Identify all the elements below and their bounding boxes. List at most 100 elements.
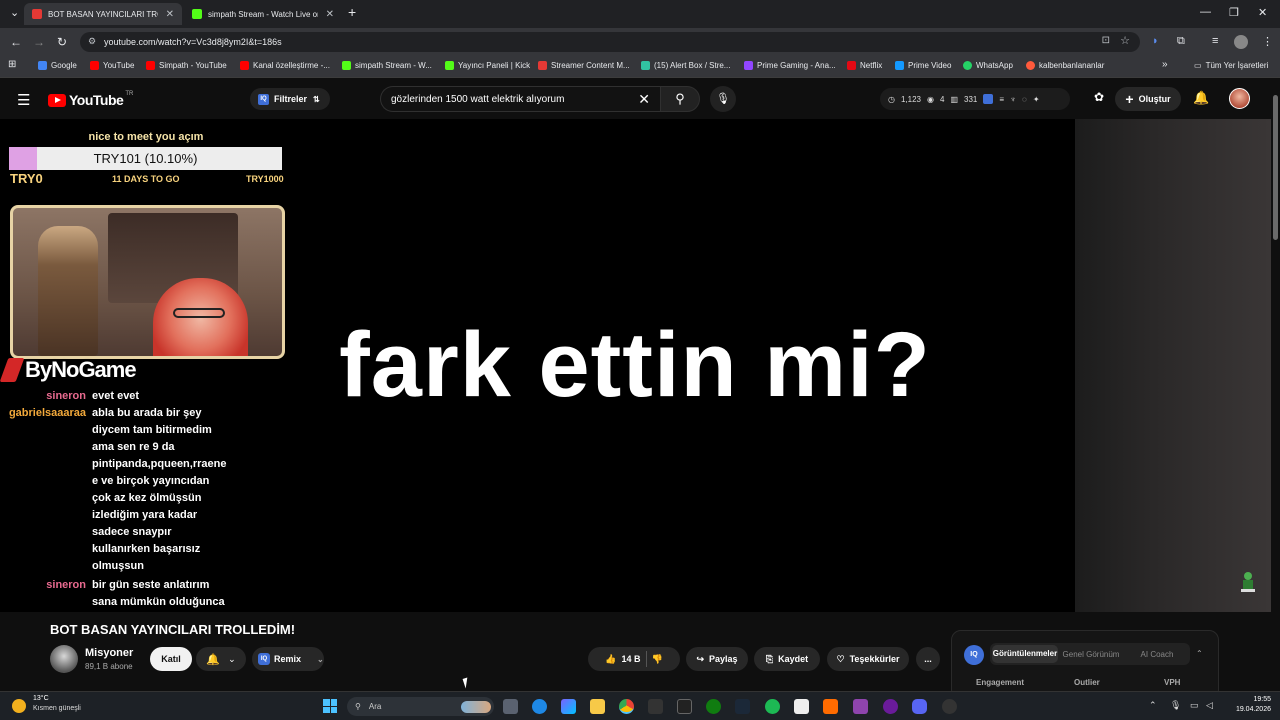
tab-kick[interactable]: simpath Stream - Watch Live on ✕ (184, 3, 342, 25)
page-scrollbar[interactable] (1271, 79, 1280, 691)
video-caption: fark ettin mi? (339, 314, 931, 416)
bookmark-simpath-stream[interactable]: simpath Stream - W... (342, 61, 432, 70)
more-actions-button[interactable]: ... (916, 647, 940, 671)
app-icon[interactable] (677, 699, 692, 714)
bookmark-kick-panel[interactable]: Yayıncı Paneli | Kick (445, 61, 530, 70)
tray-chevron-icon[interactable]: ⌃ (1149, 700, 1157, 711)
collapse-icon[interactable]: ⌃ (1196, 649, 1203, 658)
bookmark-netflix[interactable]: Netflix (847, 61, 882, 70)
comment-icon[interactable]: ◌ (1022, 95, 1027, 104)
volume-icon[interactable]: ◁ (1206, 700, 1213, 711)
reload-icon[interactable]: ↻ (57, 35, 67, 49)
obs-icon[interactable] (942, 699, 957, 714)
tab-youtube[interactable]: BOT BASAN YAYINCILARI TROLLI ✕ (24, 3, 182, 25)
app-icon[interactable] (883, 699, 898, 714)
media-control-icon[interactable]: ≡ (1212, 35, 1218, 47)
like-icon[interactable]: 👍 (605, 654, 616, 665)
channel-avatar[interactable] (50, 645, 78, 673)
notifications-bell-icon[interactable]: 🔔 (1193, 90, 1209, 106)
forward-icon[interactable]: → (33, 35, 45, 49)
tab-search-icon[interactable]: ⌄ (10, 6, 19, 19)
url-field[interactable]: ⚙ youtube.com/watch?v=Vc3d8j8ym2I&t=186s… (80, 32, 1140, 52)
chevron-down-icon[interactable]: ⌄ (317, 655, 324, 664)
maximize-icon[interactable]: ❐ (1229, 6, 1239, 19)
bookmark-simpath-youtube[interactable]: Simpath - YouTube (146, 61, 227, 70)
discord-icon[interactable] (912, 699, 927, 714)
apps-grid-icon[interactable]: ⊞ (8, 59, 16, 70)
bookmark-prime-gaming[interactable]: Prime Gaming - Ana... (744, 61, 836, 70)
bookmark-streamer-content[interactable]: Streamer Content M... (538, 61, 630, 70)
bookmark-alert-box[interactable]: (15) Alert Box / Stre... (641, 61, 730, 70)
xbox-icon[interactable] (706, 699, 721, 714)
account-avatar[interactable] (1229, 88, 1250, 109)
tab-views[interactable]: Görüntülenmeler (992, 645, 1058, 663)
spotify-icon[interactable] (765, 699, 780, 714)
install-app-icon[interactable]: ⊡ (1102, 35, 1110, 46)
like-count[interactable]: 14 B (621, 654, 640, 664)
close-tab-icon[interactable]: ✕ (326, 9, 334, 20)
epic-games-icon[interactable] (648, 699, 663, 714)
remix-button[interactable]: IQ Remix ⌄ (252, 647, 324, 671)
video-editor-icon[interactable] (853, 699, 868, 714)
create-button[interactable]: + Oluştur (1115, 87, 1181, 111)
voice-search-button[interactable]: 🎙 (710, 86, 736, 112)
all-bookmarks[interactable]: ▭ Tüm Yer İşaretleri (1194, 61, 1268, 70)
steam-icon[interactable] (735, 699, 750, 714)
new-tab-icon[interactable]: + (348, 4, 356, 20)
notification-settings-button[interactable]: 🔔 ⌄ (196, 647, 246, 671)
minimize-icon[interactable]: — (1200, 6, 1211, 18)
thanks-button[interactable]: ♡ Teşekkürler (827, 647, 909, 671)
menu-icon[interactable]: ☰ (17, 91, 30, 109)
share-button[interactable]: ↪ Paylaş (686, 647, 748, 671)
youtube-logo[interactable]: YouTube TR (48, 91, 133, 108)
site-info-icon[interactable]: ⚙ (88, 36, 96, 47)
taskbar-search[interactable]: ⚲ Ara (347, 697, 494, 716)
profile-avatar-icon[interactable] (1234, 35, 1248, 49)
more-bookmarks-icon[interactable]: » (1162, 59, 1168, 70)
weather-sun-icon[interactable] (12, 699, 26, 713)
tab-ai-coach[interactable]: AI Coach (1124, 650, 1190, 659)
bookmark-prime-video[interactable]: Prime Video (895, 61, 951, 70)
bookmark-star-icon[interactable]: ☆ (1120, 34, 1130, 47)
filters-button[interactable]: IQ Filtreler ⇅ (250, 88, 330, 110)
clock-date[interactable]: 19.04.2026 (1223, 706, 1271, 713)
save-button[interactable]: ⎘ Kaydet (754, 647, 820, 671)
network-icon[interactable]: ▭ (1190, 700, 1199, 711)
start-button[interactable] (323, 699, 337, 713)
scrollbar-thumb[interactable] (1273, 95, 1278, 240)
clock-time[interactable]: 19:55 (1233, 696, 1271, 703)
app-icon[interactable] (823, 699, 838, 714)
extensions-puzzle-icon[interactable]: ⧉ (1177, 35, 1185, 48)
sparkle-icon[interactable]: ✦ (1033, 95, 1040, 104)
bookmark-kalbenbanlananlar[interactable]: kalbenbanlananlar (1026, 61, 1104, 70)
vidiq-icon[interactable] (983, 94, 994, 104)
tab-overview[interactable]: Genel Görünüm (1058, 650, 1124, 659)
gemini-sparkle-icon[interactable]: ✿ (1094, 90, 1104, 104)
task-view-icon[interactable] (503, 699, 518, 714)
copilot-icon[interactable] (561, 699, 576, 714)
close-window-icon[interactable]: ✕ (1258, 6, 1267, 19)
dislike-icon[interactable]: 👎 (652, 654, 663, 665)
trophy-icon[interactable]: ♆ (1010, 95, 1016, 104)
channel-name[interactable]: Misyoner (85, 647, 133, 659)
back-icon[interactable]: ← (10, 35, 22, 49)
microphone-tray-icon[interactable]: 🎙 (1170, 700, 1181, 711)
bookmark-google[interactable]: Google (38, 61, 77, 70)
join-button[interactable]: Katıl (150, 647, 192, 671)
edge-icon[interactable] (532, 699, 547, 714)
capcut-icon[interactable] (794, 699, 809, 714)
chrome-icon[interactable] (619, 699, 634, 714)
list-icon[interactable]: ≡ (999, 95, 1004, 104)
extension-icon[interactable]: ◗ (1152, 35, 1159, 47)
bookmark-youtube[interactable]: YouTube (90, 61, 134, 70)
weather-temperature[interactable]: 13°C (33, 695, 49, 702)
file-explorer-icon[interactable] (590, 699, 605, 714)
close-tab-icon[interactable]: ✕ (166, 9, 174, 20)
search-button[interactable]: ⚲ (660, 86, 700, 112)
browser-menu-icon[interactable]: ⋮ (1262, 35, 1273, 48)
weather-description[interactable]: Kısmen güneşli (33, 705, 81, 712)
clear-search-icon[interactable]: ✕ (638, 91, 650, 108)
search-input[interactable]: gözlerinden 1500 watt elektrik alıyorum … (380, 86, 660, 112)
bookmark-kanal[interactable]: Kanal özelleştirme -... (240, 61, 330, 70)
bookmark-whatsapp[interactable]: WhatsApp (963, 61, 1013, 70)
